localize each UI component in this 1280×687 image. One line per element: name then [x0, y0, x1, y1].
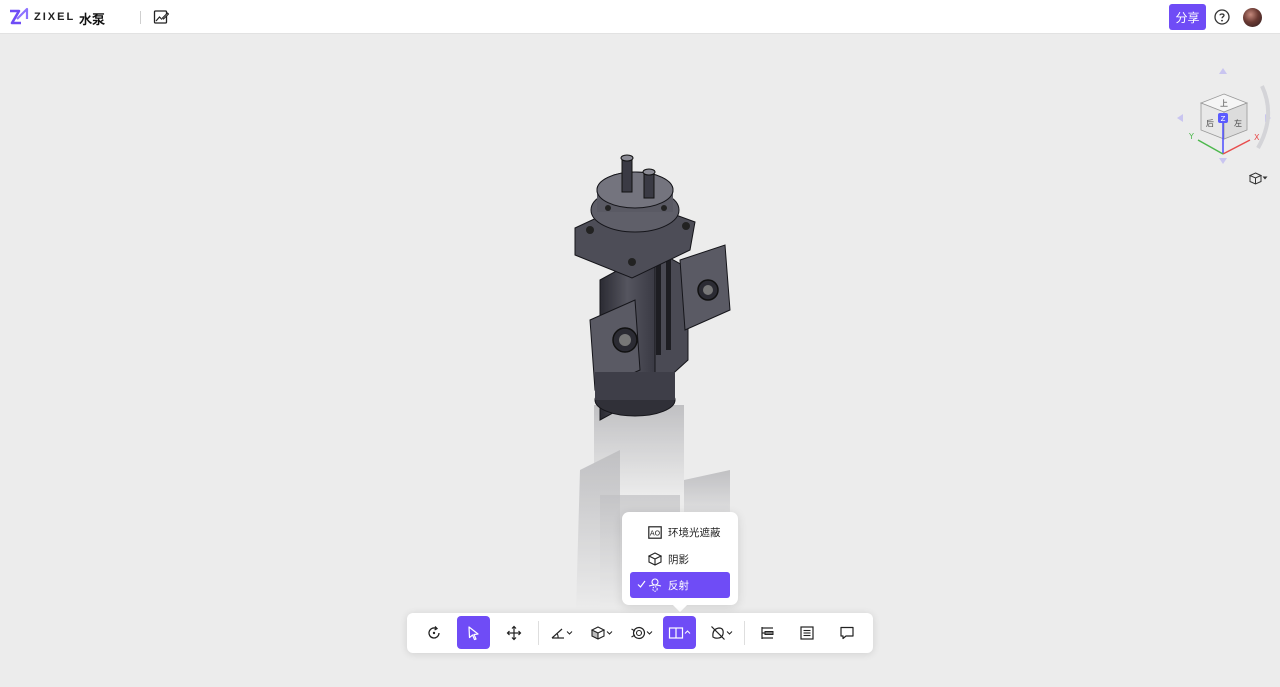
cursor-icon — [467, 625, 479, 640]
comment-tool-button[interactable] — [830, 616, 863, 649]
chevron-down-icon — [646, 631, 653, 635]
section-tool-button[interactable] — [705, 616, 738, 649]
properties-tool-button[interactable] — [790, 616, 823, 649]
header-divider — [140, 11, 141, 24]
cube-view-icon — [590, 625, 606, 640]
tree-icon — [760, 626, 773, 639]
section-icon — [711, 625, 725, 640]
model-tree-tool-button[interactable] — [750, 616, 783, 649]
cube-icon — [1249, 171, 1262, 185]
reflection-icon — [647, 577, 663, 593]
chevron-down-icon — [606, 631, 613, 635]
chevron-down-icon — [566, 631, 573, 635]
check-icon — [637, 580, 646, 588]
toolbar-divider — [538, 621, 539, 645]
measure-icon — [551, 628, 564, 639]
user-avatar[interactable] — [1243, 8, 1262, 27]
view-mode-switch[interactable] — [1249, 170, 1271, 186]
edit-image-icon — [153, 10, 169, 24]
menu-item-label: 环境光遮蔽 — [668, 526, 721, 539]
axis-z-label: Z — [1221, 115, 1226, 123]
logo-text: ZIXEL — [34, 11, 76, 23]
chevron-down-icon — [1262, 176, 1268, 180]
explode-tool-button[interactable] — [625, 616, 658, 649]
menu-item-label: 阴影 — [668, 553, 689, 566]
menu-item-shadow[interactable]: 阴影 — [630, 546, 730, 572]
top-bar: ZIXEL 水泵 分享 — [0, 0, 1280, 34]
svg-text:AO: AO — [650, 529, 661, 537]
view-up-arrow — [1219, 68, 1227, 74]
view-left-arrow — [1177, 114, 1183, 122]
render-panel-icon — [668, 626, 684, 639]
rotate-icon — [427, 625, 440, 639]
rotate-tool-button[interactable] — [417, 616, 450, 649]
axis-x-label: X — [1254, 133, 1260, 142]
ao-icon: AO — [647, 524, 663, 540]
menu-item-ambient-occlusion[interactable]: AO 环境光遮蔽 — [630, 519, 730, 545]
view-rotate-arrow — [1256, 85, 1271, 149]
move-icon — [506, 625, 521, 640]
bottom-toolbar — [407, 613, 873, 653]
model-body — [574, 154, 731, 421]
zixel-logo-icon — [10, 7, 29, 25]
axis-y-line — [1197, 139, 1224, 155]
comment-icon — [839, 626, 854, 639]
properties-icon — [799, 625, 814, 640]
view-mode-tool-button[interactable] — [585, 616, 618, 649]
chevron-up-icon — [684, 630, 691, 634]
view-cube[interactable]: 上 后 左 Z X Y — [1172, 66, 1276, 166]
edit-button[interactable] — [152, 8, 170, 26]
explode-icon — [631, 626, 646, 639]
menu-item-reflection[interactable]: 反射 — [630, 572, 730, 598]
toolbar-divider — [744, 621, 745, 645]
axis-y-label: Y — [1188, 132, 1194, 141]
zixel-logo[interactable]: ZIXEL — [8, 7, 75, 27]
pan-tool-button[interactable] — [497, 616, 530, 649]
menu-item-label: 反射 — [668, 579, 689, 592]
view-down-arrow — [1219, 158, 1227, 164]
document-title[interactable]: 水泵 — [79, 9, 105, 28]
help-icon[interactable] — [1214, 9, 1230, 25]
shadow-cube-icon — [647, 551, 663, 567]
render-options-menu: AO 环境光遮蔽 阴影 反射 — [622, 512, 738, 605]
share-button[interactable]: 分享 — [1169, 4, 1206, 30]
cube-face-top: 上 — [1220, 99, 1228, 108]
axis-x-line — [1222, 139, 1251, 155]
measure-tool-button[interactable] — [545, 616, 578, 649]
cube-face-front: 后 — [1206, 118, 1214, 128]
select-tool-button[interactable] — [457, 616, 490, 649]
chevron-down-icon — [726, 631, 733, 635]
cube-face-right: 左 — [1234, 118, 1242, 128]
render-tool-button[interactable] — [663, 616, 696, 649]
